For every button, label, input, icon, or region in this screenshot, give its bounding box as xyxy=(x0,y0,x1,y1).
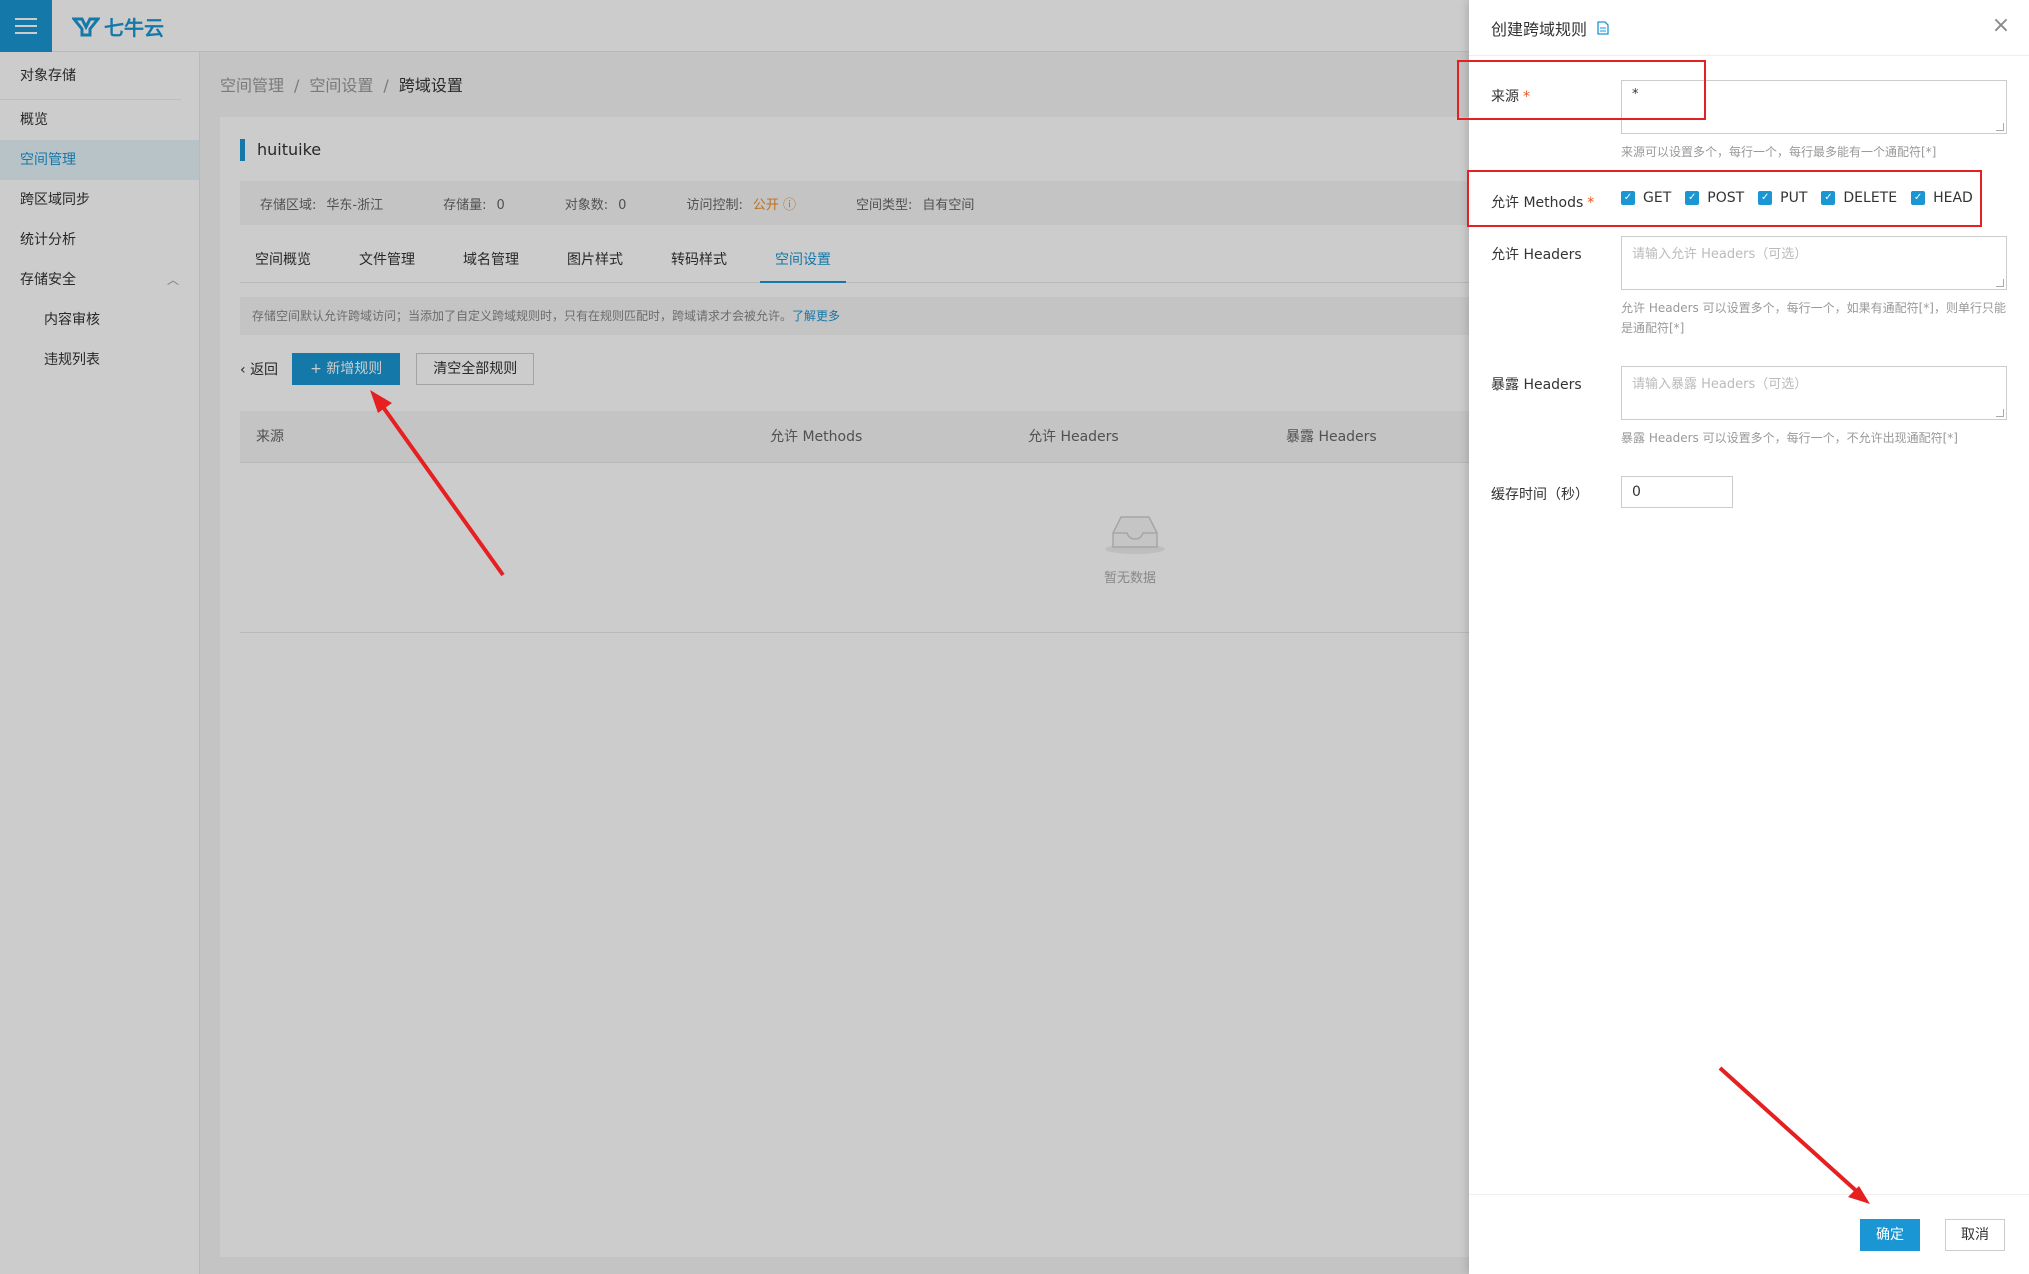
annotation-arrow-add-rule xyxy=(376,398,505,577)
arrow-head-icon xyxy=(370,390,392,413)
annotation-arrows xyxy=(370,390,1870,1204)
annotation-arrow-confirm xyxy=(1718,1066,1864,1198)
